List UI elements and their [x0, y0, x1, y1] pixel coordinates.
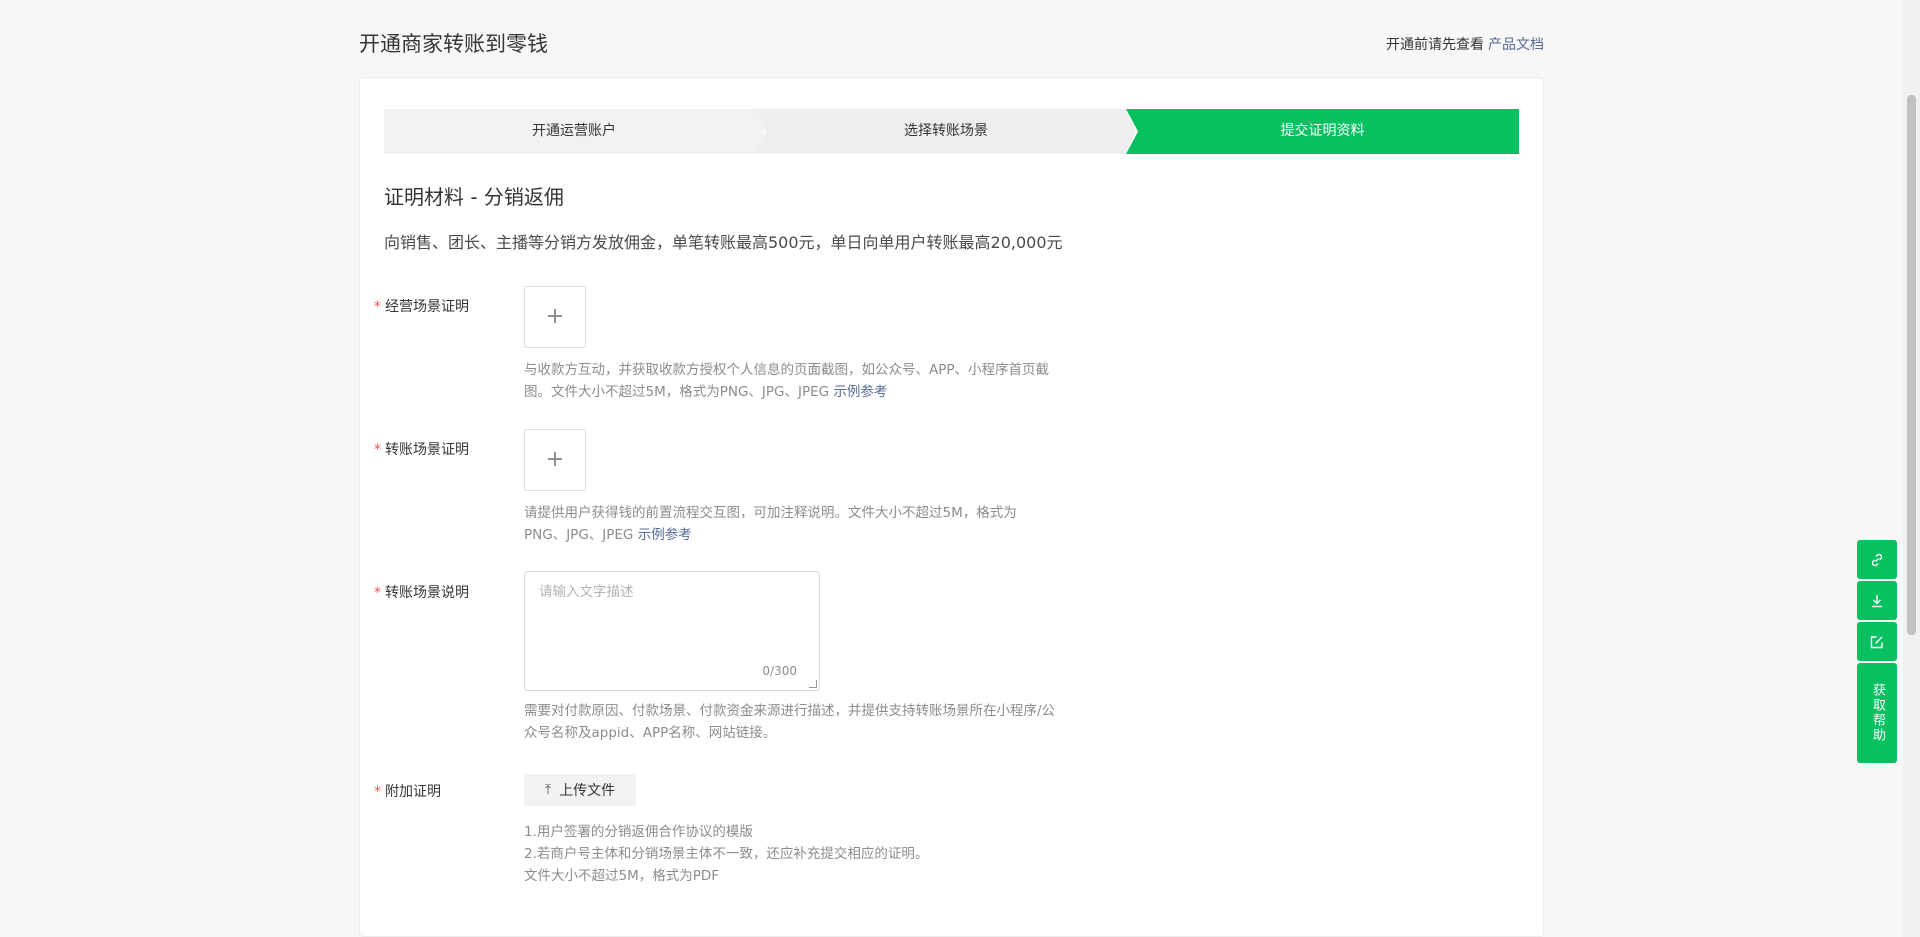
extra-proof-label: * 附加证明	[374, 781, 441, 801]
business-proof-hint: 与收款方互动，并获取收款方授权个人信息的页面截图，如公众号、APP、小程序首页截…	[524, 359, 1064, 403]
doc-hint-text: 开通前请先查看	[1386, 37, 1484, 53]
business-proof-hint-text: 与收款方互动，并获取收款方授权个人信息的页面截图，如公众号、APP、小程序首页截…	[524, 362, 1050, 400]
step-indicator: 开通运营账户 选择转账场景 提交证明资料	[384, 109, 1519, 154]
transfer-proof-hint-text: 请提供用户获得钱的前置流程交互图，可加注释说明。文件大小不超过5M，格式为PNG…	[524, 505, 1017, 543]
feedback-button[interactable]	[1857, 622, 1897, 661]
section-description: 向销售、团长、主播等分销方发放佣金，单笔转账最高500元，单日向单用户转账最高2…	[384, 233, 1063, 252]
page-title: 开通商家转账到零钱	[359, 32, 548, 56]
textarea-placeholder: 请输入文字描述	[539, 584, 634, 600]
plus-icon: +	[545, 304, 565, 329]
plus-icon: +	[545, 447, 565, 472]
business-proof-uploader[interactable]: +	[524, 286, 586, 348]
transfer-proof-example-link[interactable]: 示例参考	[638, 527, 692, 543]
resize-handle-icon[interactable]	[809, 680, 817, 688]
business-proof-label-text: 经营场景证明	[385, 299, 469, 315]
transfer-desc-hint: 需要对付款原因、付款场景、付款资金来源进行描述，并提供支持转账场景所在小程序/公…	[524, 703, 1056, 741]
link-icon	[1871, 553, 1883, 566]
char-counter: 0/300	[762, 664, 797, 678]
download-icon	[1872, 594, 1882, 607]
required-mark: *	[374, 784, 381, 800]
transfer-proof-label: * 转账场景证明	[374, 439, 469, 459]
product-doc-link[interactable]: 产品文档	[1488, 37, 1544, 53]
transfer-desc-textarea[interactable]: 请输入文字描述 0/300	[524, 571, 820, 691]
transfer-proof-hint: 请提供用户获得钱的前置流程交互图，可加注释说明。文件大小不超过5M，格式为PNG…	[524, 502, 1044, 546]
hint-line: 1.用户签署的分销返佣合作协议的模版	[524, 824, 753, 840]
hint-line: 2.若商户号主体和分销场景主体不一致，还应补充提交相应的证明。	[524, 846, 929, 862]
upload-icon: ⤒	[544, 782, 552, 798]
download-button[interactable]	[1857, 581, 1897, 620]
link-button[interactable]	[1857, 540, 1897, 579]
extra-proof-label-text: 附加证明	[385, 784, 441, 800]
required-mark: *	[374, 299, 381, 315]
step-select-scene: 选择转账场景	[756, 109, 1136, 154]
transfer-proof-label-text: 转账场景证明	[385, 442, 469, 458]
business-proof-example-link[interactable]: 示例参考	[833, 384, 887, 400]
transfer-desc-label: * 转账场景说明	[374, 582, 469, 602]
floating-toolbar: 获取帮助	[1857, 540, 1897, 763]
required-mark: *	[374, 442, 381, 458]
step-open-account: 开通运营账户	[384, 109, 764, 154]
page-scrollbar[interactable]	[1903, 0, 1920, 937]
extra-proof-hints: 1.用户签署的分销返佣合作协议的模版 2.若商户号主体和分销场景主体不一致，还应…	[524, 821, 928, 887]
business-proof-label: * 经营场景证明	[374, 296, 469, 316]
hint-line: 文件大小不超过5M，格式为PDF	[524, 868, 720, 884]
upload-file-button[interactable]: ⤒ 上传文件	[524, 774, 636, 806]
section-title: 证明材料 - 分销返佣	[384, 185, 564, 209]
transfer-desc-label-text: 转账场景说明	[385, 585, 469, 601]
step-submit-proof: 提交证明资料	[1126, 109, 1519, 154]
scrollbar-thumb[interactable]	[1907, 95, 1916, 635]
doc-hint: 开通前请先查看 产品文档	[1386, 34, 1544, 54]
form-card: 开通运营账户 选择转账场景 提交证明资料 证明材料 - 分销返佣 向销售、团长、…	[359, 77, 1544, 937]
edit-icon	[1870, 635, 1883, 648]
required-mark: *	[374, 585, 381, 601]
transfer-proof-uploader[interactable]: +	[524, 429, 586, 491]
upload-file-label: 上传文件	[559, 783, 616, 799]
get-help-button[interactable]: 获取帮助	[1857, 663, 1897, 763]
